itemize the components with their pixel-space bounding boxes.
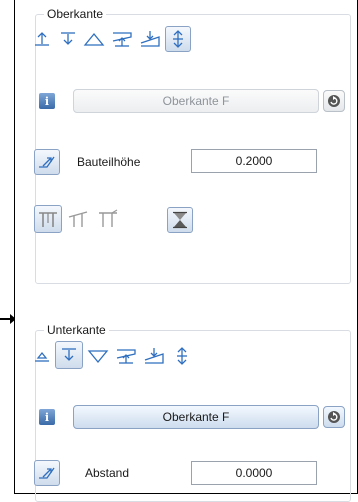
height-field[interactable]: 0.2000 bbox=[191, 149, 317, 173]
oberkante-reset-button[interactable] bbox=[323, 90, 345, 112]
properties-panel: Oberkante i Oberkante F Bauteilhöhe 0.20… bbox=[14, 0, 358, 502]
unterkante-title: Unterkante bbox=[44, 323, 109, 337]
small-triangle-up-icon bbox=[35, 351, 49, 362]
bottom-edge-below-button[interactable] bbox=[55, 341, 83, 369]
double-arrow-icon bbox=[177, 347, 187, 365]
oberkante-reference-button[interactable]: Oberkante F bbox=[73, 89, 319, 113]
table-shape-icon bbox=[39, 212, 57, 227]
slope-arrow-icon bbox=[116, 349, 136, 364]
info-icon[interactable]: i bbox=[39, 93, 55, 109]
triangle-down-icon bbox=[87, 350, 109, 364]
bottom-edge-triangle-button[interactable] bbox=[85, 343, 111, 369]
top-edge-slope-button[interactable] bbox=[109, 26, 135, 52]
top-edge-free-button[interactable] bbox=[165, 26, 191, 52]
diagonal-arrow-icon bbox=[39, 467, 55, 479]
hourglass-button[interactable] bbox=[167, 207, 193, 233]
roof-down-arrow-icon bbox=[140, 31, 160, 47]
top-edge-triangle-button[interactable] bbox=[81, 26, 107, 52]
top-edge-above-button[interactable] bbox=[29, 26, 55, 52]
unterkante-reference-button[interactable]: Oberkante F bbox=[73, 405, 319, 429]
roof-down-arrow-icon bbox=[144, 348, 164, 364]
bottom-edge-slope-button[interactable] bbox=[113, 343, 139, 369]
slope-arrow-icon bbox=[112, 32, 132, 47]
edge-up-arrow-icon bbox=[35, 32, 49, 46]
top-edge-roof-button[interactable] bbox=[137, 26, 163, 52]
unterkante-reset-button[interactable] bbox=[323, 406, 345, 428]
oberkante-title: Oberkante bbox=[44, 7, 107, 21]
top-edge-below-button[interactable] bbox=[55, 26, 81, 52]
step-shape-icon bbox=[99, 209, 118, 227]
bottom-edge-roof-button[interactable] bbox=[141, 343, 167, 369]
hourglass-icon bbox=[173, 211, 187, 229]
double-arrow-icon bbox=[173, 30, 183, 48]
edge-down-arrow-icon bbox=[61, 32, 75, 45]
info-icon[interactable]: i bbox=[39, 409, 55, 425]
triangle-up-icon bbox=[83, 32, 105, 46]
height-link-button[interactable] bbox=[34, 149, 60, 175]
distance-field[interactable]: 0.0000 bbox=[191, 461, 317, 485]
refresh-icon bbox=[328, 95, 340, 107]
roof-shape-flat-button[interactable] bbox=[34, 205, 62, 233]
distance-label: Abstand bbox=[85, 466, 130, 480]
refresh-icon bbox=[328, 411, 340, 423]
bottom-edge-free-button[interactable] bbox=[169, 343, 195, 369]
bottom-edge-above-button[interactable] bbox=[29, 343, 55, 369]
edge-down-arrow-icon bbox=[62, 348, 76, 361]
roof-shape-slope-button[interactable] bbox=[65, 206, 91, 232]
roof-shape-step-button[interactable] bbox=[95, 206, 121, 232]
distance-link-button[interactable] bbox=[34, 460, 60, 486]
height-label: Bauteilhöhe bbox=[77, 155, 141, 169]
diagonal-arrow-icon bbox=[39, 156, 55, 168]
slope-shape-icon bbox=[68, 211, 88, 227]
